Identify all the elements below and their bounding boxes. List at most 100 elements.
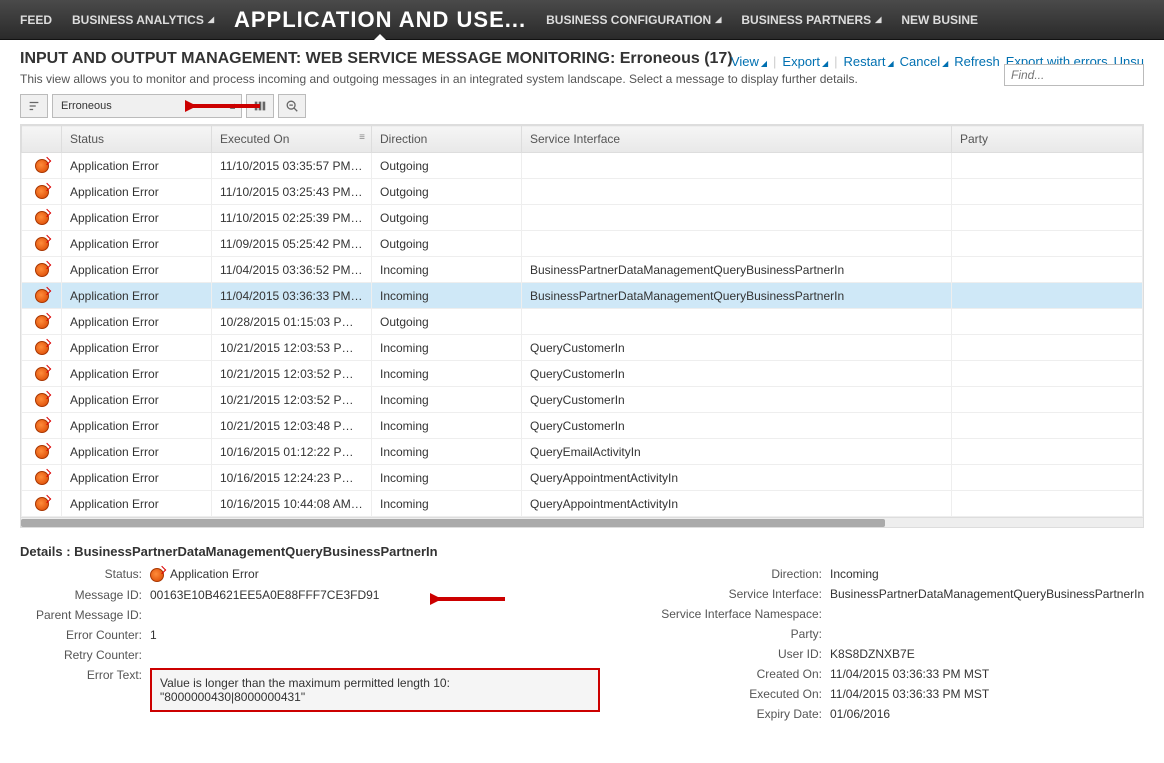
cell-executed: 11/10/2015 03:25:43 PM M... (212, 179, 372, 205)
cell-service-interface (522, 153, 952, 179)
cell-status: Application Error (62, 283, 212, 309)
cell-executed: 10/21/2015 12:03:48 PM M... (212, 413, 372, 439)
error-status-icon (35, 419, 49, 433)
table-row[interactable]: Application Error10/21/2015 12:03:52 PM … (22, 361, 1143, 387)
cell-party (952, 309, 1143, 335)
field-parent-message-id: Parent Message ID: (20, 608, 600, 622)
table-row[interactable]: Application Error10/16/2015 12:24:23 PM … (22, 465, 1143, 491)
field-expiry-date: Expiry Date: 01/06/2016 (640, 707, 1144, 721)
table-row[interactable]: Application Error10/21/2015 12:03:53 PM … (22, 335, 1143, 361)
table-row[interactable]: Application Error11/09/2015 05:25:42 PM … (22, 231, 1143, 257)
field-created-on: Created On: 11/04/2015 03:36:33 PM MST (640, 667, 1144, 681)
cell-party (952, 387, 1143, 413)
error-status-icon (35, 445, 49, 459)
cell-party (952, 257, 1143, 283)
table-row[interactable]: Application Error11/04/2015 03:36:33 PM … (22, 283, 1143, 309)
nav-business-partners[interactable]: BUSINESS PARTNERS◢ (731, 0, 891, 39)
action-view[interactable]: View◢ (731, 54, 767, 69)
table-row[interactable]: Application Error11/10/2015 02:25:39 PM … (22, 205, 1143, 231)
action-restart[interactable]: Restart◢ (844, 54, 894, 69)
nav-business-analytics[interactable]: BUSINESS ANALYTICS◢ (62, 0, 224, 39)
nav-application-and-use[interactable]: APPLICATION AND USE... (224, 0, 536, 39)
action-cancel[interactable]: Cancel◢ (900, 54, 949, 69)
cell-status: Application Error (62, 309, 212, 335)
cell-party (952, 153, 1143, 179)
error-status-icon (35, 315, 49, 329)
cell-service-interface: QueryCustomerIn (522, 413, 952, 439)
error-status-icon (35, 497, 49, 511)
columns-button[interactable] (246, 94, 274, 118)
error-status-icon (35, 237, 49, 251)
col-status[interactable]: Status (62, 126, 212, 153)
col-icon[interactable] (22, 126, 62, 153)
table-row[interactable]: Application Error11/10/2015 03:35:57 PM … (22, 153, 1143, 179)
cell-executed: 10/16/2015 12:24:23 PM M... (212, 465, 372, 491)
cell-party (952, 413, 1143, 439)
cell-service-interface: QueryEmailActivityIn (522, 439, 952, 465)
action-export[interactable]: Export◢ (782, 54, 828, 69)
table-row[interactable]: Application Error10/16/2015 01:12:22 PM … (22, 439, 1143, 465)
cell-status: Application Error (62, 153, 212, 179)
cell-service-interface: QueryCustomerIn (522, 335, 952, 361)
field-error-text: Error Text: Value is longer than the max… (20, 668, 600, 712)
table-row[interactable]: Application Error11/10/2015 03:25:43 PM … (22, 179, 1143, 205)
cell-executed: 10/16/2015 01:12:22 PM M... (212, 439, 372, 465)
cell-status: Application Error (62, 179, 212, 205)
cell-status: Application Error (62, 361, 212, 387)
find-input[interactable] (1004, 64, 1144, 86)
cell-executed: 11/04/2015 03:36:52 PM M... (212, 257, 372, 283)
cell-party (952, 231, 1143, 257)
caret-icon: ◢ (208, 15, 214, 24)
cell-status: Application Error (62, 231, 212, 257)
col-service-interface[interactable]: Service Interface (522, 126, 952, 153)
zoom-out-button[interactable] (278, 94, 306, 118)
nav-business-configuration[interactable]: BUSINESS CONFIGURATION◢ (536, 0, 731, 39)
caret-icon: ◢ (761, 59, 767, 68)
cell-service-interface (522, 205, 952, 231)
table-row[interactable]: Application Error10/21/2015 12:03:52 PM … (22, 387, 1143, 413)
error-status-icon (35, 367, 49, 381)
table-row[interactable]: Application Error10/21/2015 12:03:48 PM … (22, 413, 1143, 439)
horizontal-scrollbar[interactable] (21, 517, 1143, 527)
cell-executed: 10/21/2015 12:03:53 PM M... (212, 335, 372, 361)
nav-new-business[interactable]: NEW BUSINE (891, 0, 988, 39)
table-row[interactable]: Application Error10/28/2015 01:15:03 PM … (22, 309, 1143, 335)
cell-executed: 10/16/2015 10:44:08 AM M... (212, 491, 372, 517)
cell-service-interface: QueryAppointmentActivityIn (522, 491, 952, 517)
field-executed-on: Executed On: 11/04/2015 03:36:33 PM MST (640, 687, 1144, 701)
cell-service-interface (522, 231, 952, 257)
table-row[interactable]: Application Error10/16/2015 10:44:08 AM … (22, 491, 1143, 517)
nav-feed[interactable]: FEED (10, 0, 62, 39)
nav-label: BUSINESS CONFIGURATION (546, 13, 711, 27)
error-status-icon (150, 568, 164, 582)
caret-icon: ◢ (887, 59, 893, 68)
field-direction: Direction: Incoming (640, 567, 1144, 581)
field-message-id: Message ID: 00163E10B4621EE5A0E88FFF7CE3… (20, 588, 600, 602)
cell-service-interface: QueryAppointmentActivityIn (522, 465, 952, 491)
field-service-interface-namespace: Service Interface Namespace: (640, 607, 1144, 621)
scrollbar-thumb[interactable] (21, 519, 885, 527)
cell-direction: Outgoing (372, 205, 522, 231)
page-content: View◢| Export◢| Restart◢ Cancel◢ Refresh… (0, 40, 1164, 737)
cell-direction: Incoming (372, 335, 522, 361)
filter-dropdown[interactable]: Erroneous (52, 94, 242, 118)
action-refresh[interactable]: Refresh (954, 54, 1000, 69)
cell-party (952, 491, 1143, 517)
details-right-column: Direction: Incoming Service Interface: B… (640, 567, 1144, 727)
col-direction[interactable]: Direction (372, 126, 522, 153)
table-row[interactable]: Application Error11/04/2015 03:36:52 PM … (22, 257, 1143, 283)
sort-button[interactable] (20, 94, 48, 118)
col-party[interactable]: Party (952, 126, 1143, 153)
field-service-interface: Service Interface: BusinessPartnerDataMa… (640, 587, 1144, 601)
cell-direction: Incoming (372, 387, 522, 413)
cell-party (952, 335, 1143, 361)
top-navigation: FEED BUSINESS ANALYTICS◢ APPLICATION AND… (0, 0, 1164, 40)
cell-direction: Outgoing (372, 179, 522, 205)
error-status-icon (35, 263, 49, 277)
filter-value: Erroneous (61, 100, 112, 112)
cell-executed: 11/09/2015 05:25:42 PM M... (212, 231, 372, 257)
col-executed-on[interactable]: Executed On (212, 126, 372, 153)
cell-executed: 11/10/2015 02:25:39 PM M... (212, 205, 372, 231)
cell-direction: Incoming (372, 491, 522, 517)
details-panel: Details : BusinessPartnerDataManagementQ… (20, 544, 1144, 727)
